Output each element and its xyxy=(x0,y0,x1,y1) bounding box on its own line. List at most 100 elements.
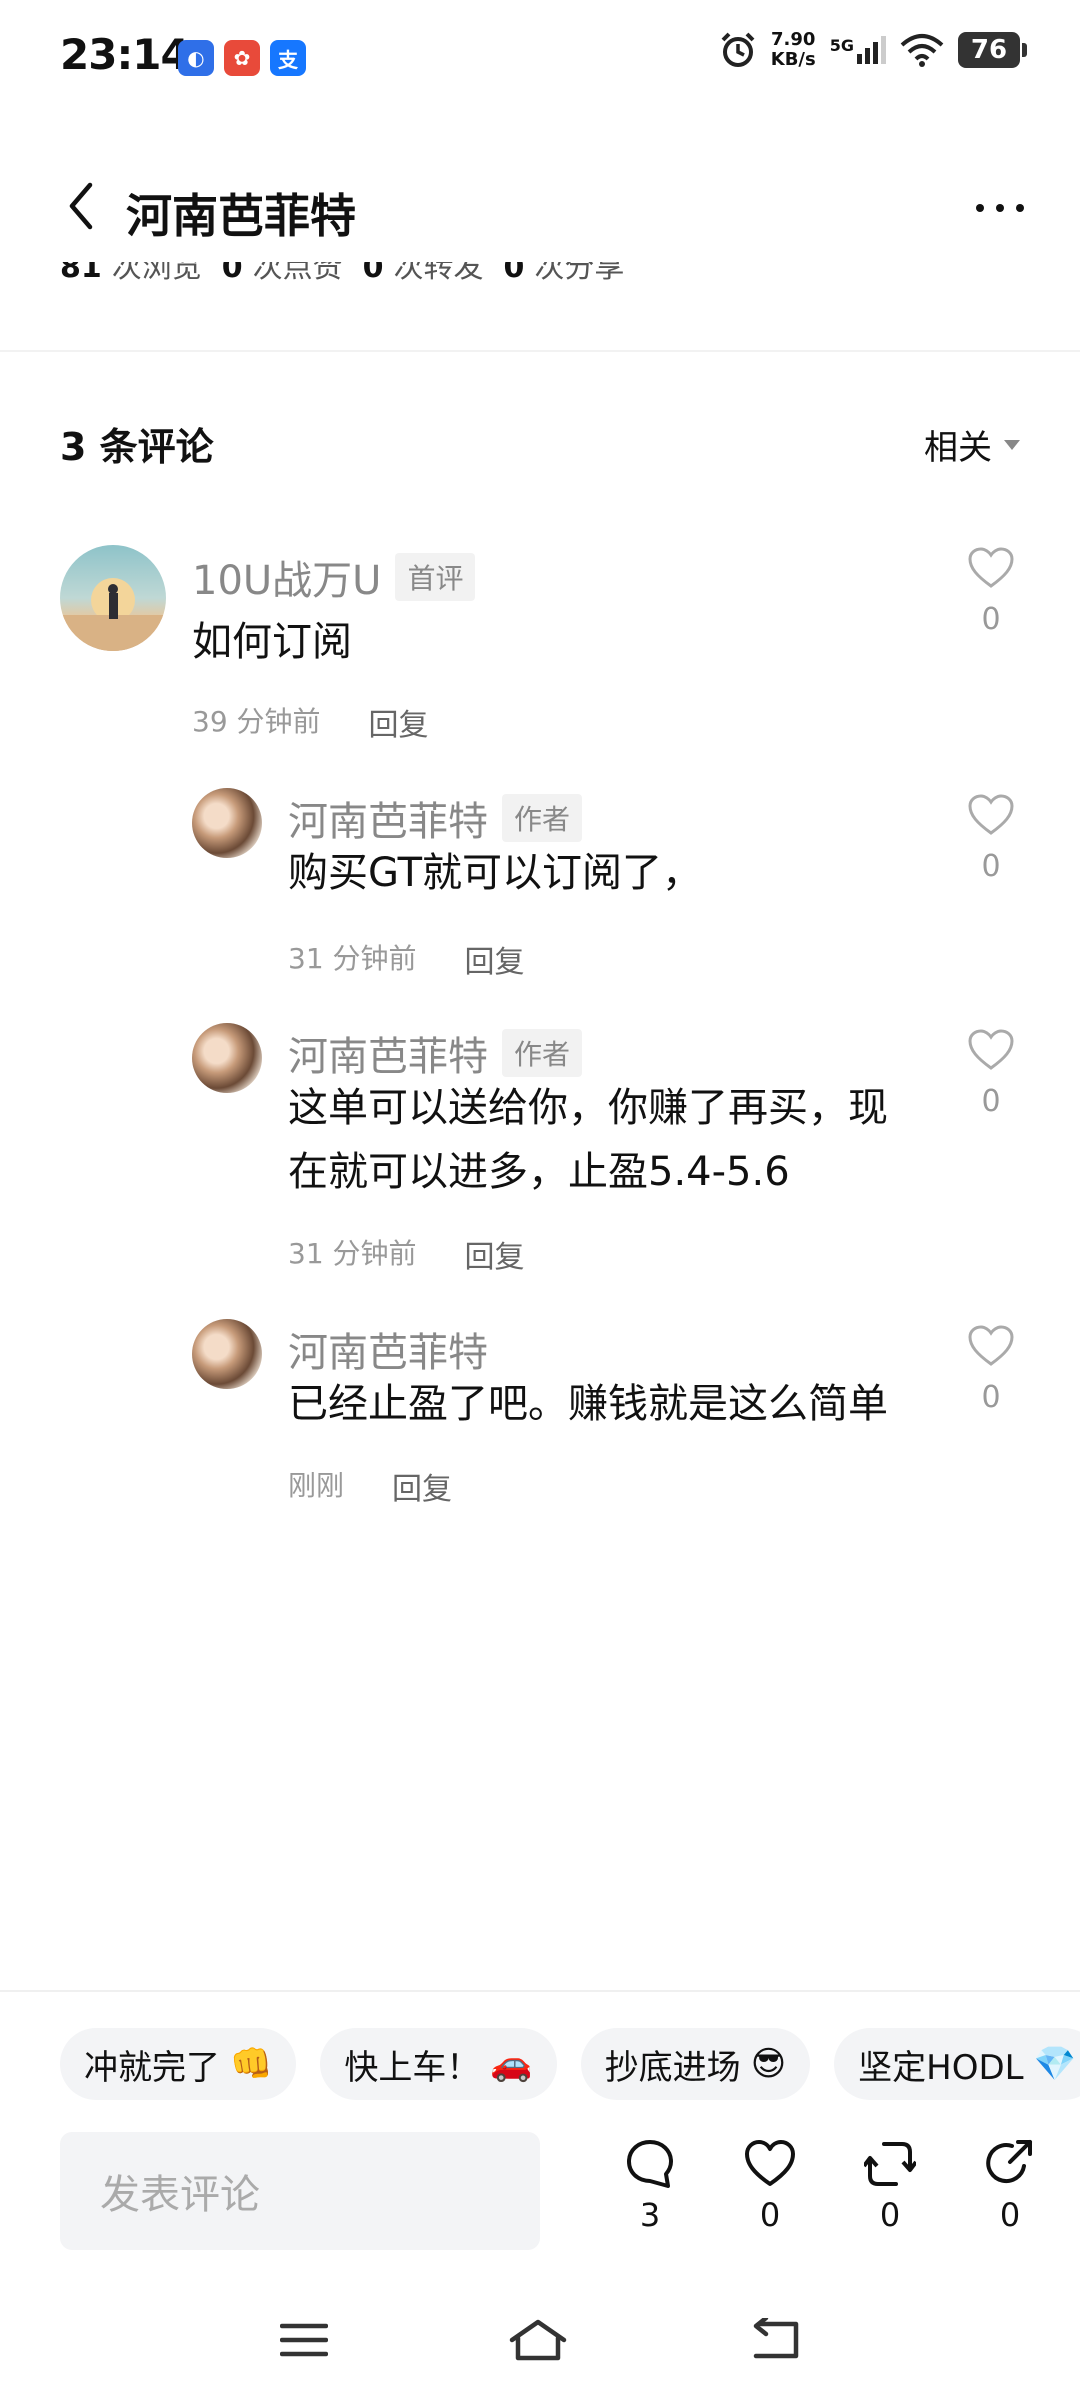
net-speed-unit: KB/s xyxy=(770,49,816,70)
share-action[interactable]: 0 xyxy=(950,2138,1070,2234)
heart-icon xyxy=(968,794,1014,835)
shopping-app-icon: ✿ xyxy=(224,40,260,76)
share-count: 0 xyxy=(999,2196,1021,2234)
like-button[interactable]: 0 xyxy=(966,1028,1016,1119)
first-comment-badge: 首评 xyxy=(395,553,476,601)
battery-indicator: 76 xyxy=(958,32,1027,68)
comment-text: 如何订阅 xyxy=(192,619,352,665)
comment-meta: 31 分钟前 回复 xyxy=(288,1232,525,1276)
avatar[interactable] xyxy=(60,545,166,651)
author-name[interactable]: 10U战万U xyxy=(192,548,381,606)
reply-button[interactable]: 回复 xyxy=(465,1232,525,1276)
divider xyxy=(0,350,1080,352)
quick-reply-chip[interactable]: 抄底进场 😎 xyxy=(580,2028,811,2100)
net-speed-value: 7.90 xyxy=(771,29,816,50)
comment-meta: 31 分钟前 回复 xyxy=(288,937,525,981)
system-nav-bar xyxy=(0,2300,1080,2380)
reply-item: 河南芭菲特 已经止盈了吧。赚钱就是这么简单 刚刚 回复 0 xyxy=(0,1316,1080,1516)
home-icon[interactable] xyxy=(508,2318,568,2362)
comments-count: 3 条评论 xyxy=(60,425,214,469)
page-title: 河南芭菲特 xyxy=(126,189,356,243)
like-count: 0 xyxy=(981,1380,1001,1415)
comment-text: 已经止盈了吧。赚钱就是这么简单 xyxy=(288,1381,888,1427)
repost-count: 0 xyxy=(879,2196,901,2234)
quick-reply-chip[interactable]: 坚定HODL 💎 xyxy=(834,2028,1080,2100)
avatar[interactable] xyxy=(192,788,262,858)
stat-shares: 0 次分享 xyxy=(503,262,625,285)
menu-icon[interactable] xyxy=(280,2320,328,2360)
sunglasses-icon: 😎 xyxy=(750,2044,787,2084)
notification-icons: ◐ ✿ 支 xyxy=(178,40,306,76)
back-button[interactable] xyxy=(56,176,106,236)
comment-action[interactable]: 3 xyxy=(590,2138,710,2234)
reply-item: 河南芭菲特 作者 这单可以送给你，你赚了再买，现 在就可以进多，止盈5.4-5.… xyxy=(0,1020,1080,1280)
repost-icon xyxy=(864,2142,916,2186)
author-name[interactable]: 河南芭菲特 xyxy=(288,1320,488,1378)
comment-meta: 刚刚 回复 xyxy=(288,1464,452,1508)
status-bar: 23:14 ◐ ✿ 支 7.90 KB/s 5G 76 xyxy=(0,0,1080,110)
author-name[interactable]: 河南芭菲特 xyxy=(288,1024,488,1082)
like-count: 0 xyxy=(981,849,1001,884)
like-button[interactable]: 0 xyxy=(966,546,1016,637)
quick-reply-chip[interactable]: 快上车！ 🚗 xyxy=(320,2028,557,2100)
author-badge: 作者 xyxy=(502,794,583,842)
stat-views: 81 次浏览 xyxy=(60,262,202,285)
avatar[interactable] xyxy=(192,1319,262,1389)
post-stats: 81 次浏览 0 次点赞 0 次转发 0 次分享 xyxy=(60,262,624,306)
network-type: 5G xyxy=(829,36,854,55)
comment-author[interactable]: 河南芭菲特 作者 xyxy=(288,1024,583,1082)
author-name[interactable]: 河南芭菲特 xyxy=(288,789,488,847)
share-icon xyxy=(986,2140,1032,2184)
header: 河南芭菲特 xyxy=(0,160,1080,260)
alipay-app-icon: 支 xyxy=(270,40,306,76)
sort-label: 相关 xyxy=(924,428,992,468)
back-icon[interactable] xyxy=(748,2318,800,2362)
caret-down-icon xyxy=(1004,439,1020,450)
gem-icon: 💎 xyxy=(1033,2044,1076,2084)
comment-author[interactable]: 河南芭菲特 作者 xyxy=(288,789,583,847)
heart-icon xyxy=(968,1029,1014,1070)
status-time: 23:14 xyxy=(60,30,190,79)
post-actions: 3 0 0 0 xyxy=(590,2138,1070,2234)
bottom-divider xyxy=(0,1990,1080,1992)
avatar[interactable] xyxy=(192,1023,262,1093)
like-count: 0 xyxy=(759,2196,781,2234)
reply-item: 河南芭菲特 作者 购买GT就可以订阅了， 31 分钟前 回复 0 xyxy=(0,785,1080,985)
comment-time: 刚刚 xyxy=(288,1469,345,1502)
sort-dropdown[interactable]: 相关 xyxy=(924,420,1020,469)
comments-header: 3 条评论 相关 xyxy=(60,410,1020,470)
chevron-left-icon xyxy=(69,182,93,230)
like-action[interactable]: 0 xyxy=(710,2138,830,2234)
reply-button[interactable]: 回复 xyxy=(369,700,429,744)
status-right: 7.90 KB/s 5G 76 xyxy=(719,29,1027,70)
reply-button[interactable]: 回复 xyxy=(465,937,525,981)
comment-author[interactable]: 河南芭菲特 xyxy=(288,1320,488,1378)
stat-likes: 0 次点赞 xyxy=(221,262,343,285)
wifi-icon xyxy=(900,34,944,67)
reply-button[interactable]: 回复 xyxy=(392,1464,452,1508)
heart-icon xyxy=(745,2140,795,2186)
comment-text: 这单可以送给你，你赚了再买，现 在就可以进多，止盈5.4-5.6 xyxy=(288,1085,888,1195)
comment-item: 10U战万U 首评 如何订阅 39 分钟前 回复 0 xyxy=(0,540,1080,743)
quick-reply-chip[interactable]: 冲就完了 👊 xyxy=(60,2028,297,2100)
more-button[interactable] xyxy=(960,178,1040,238)
fist-icon: 👊 xyxy=(230,2044,273,2084)
comment-author[interactable]: 10U战万U 首评 xyxy=(192,548,476,606)
alarm-icon xyxy=(721,32,755,67)
comment-meta: 39 分钟前 回复 xyxy=(192,700,429,744)
heart-icon xyxy=(968,547,1014,588)
like-count: 0 xyxy=(981,602,1001,637)
like-button[interactable]: 0 xyxy=(966,1324,1016,1415)
like-button[interactable]: 0 xyxy=(966,793,1016,884)
car-icon: 🚗 xyxy=(490,2044,533,2084)
quick-replies: 冲就完了 👊 快上车！ 🚗 抄底进场 😎 坚定HODL 💎 xyxy=(60,2028,1080,2100)
comment-input[interactable]: 发表评论 xyxy=(60,2132,540,2250)
comment-time: 31 分钟前 xyxy=(288,942,417,975)
like-count: 0 xyxy=(981,1084,1001,1119)
comment-count: 3 xyxy=(639,2196,661,2234)
author-badge: 作者 xyxy=(502,1029,583,1077)
heart-icon xyxy=(968,1325,1014,1366)
cell-signal-icon: 5G xyxy=(830,36,886,64)
repost-action[interactable]: 0 xyxy=(830,2138,950,2234)
comment-time: 39 分钟前 xyxy=(192,705,321,738)
